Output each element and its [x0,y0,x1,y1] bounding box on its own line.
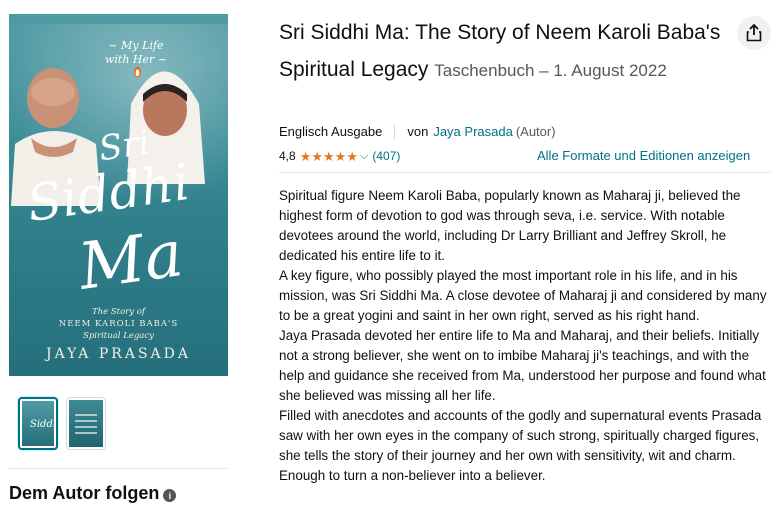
cover-story-line3: Spiritual Legacy [83,331,154,341]
follow-author-heading: Dem Autor folgen i [9,483,177,504]
cover-story-line1: The Story of [91,307,146,317]
all-formats-link[interactable]: Alle Formate und Editionen anzeigen [537,148,750,163]
by-label: von [407,124,429,139]
description-paragraph: Filled with anecdotes and accounts of th… [279,408,762,483]
chevron-down-icon[interactable]: ⌵ [360,150,368,163]
book-description: Spiritual figure Neem Karoli Baba, popul… [279,186,775,486]
share-button[interactable] [737,16,771,50]
byline-separator [394,124,396,139]
star-icon: ★ [334,148,347,164]
cover-author: JAYA PRASADA [46,346,191,362]
thumbnail-front-image: Siddhi [22,401,54,446]
description-paragraph: A key figure, who possibly played the mo… [279,268,767,323]
cover-subtitle: ~ My Life with Her ~ [104,39,167,66]
description-paragraph: Jaya Prasada devoted her entire life to … [279,328,766,403]
share-icon [746,24,762,42]
thumbnail-back-cover[interactable] [66,397,106,450]
rating-value: 4,8 [279,149,296,163]
section-divider [279,172,771,173]
thumbnail-back-image [69,400,103,447]
edition-label: Englisch Ausgabe [279,124,383,139]
product-format: Taschenbuch – 1. August 2022 [434,61,667,80]
star-icon: ★ [346,148,358,164]
thumbnail-front-cover[interactable]: Siddhi [18,397,58,450]
rating-summary: 4,8 ★ ★ ★ ★ ★ ⌵ (407) [279,149,400,163]
cover-story-text: The Story of NEEM KAROLI BABA'S Spiritua… [9,306,228,342]
byline: Englisch Ausgabe von Jaya Prasada (Autor… [279,124,556,139]
description-paragraph: Spiritual figure Neem Karoli Baba, popul… [279,188,741,263]
star-icon: ★ [323,148,335,164]
image-thumbnails: Siddhi [18,397,106,450]
left-divider [9,468,228,469]
author-role: (Autor) [515,124,556,139]
star-icon: ★ [299,148,312,164]
follow-author-label: Dem Autor folgen [9,483,160,503]
product-title-block: Sri Siddhi Ma: The Story of Neem Karoli … [279,14,739,89]
cover-story-line2: NEEM KAROLI BABA'S [58,319,179,329]
info-icon[interactable]: i [163,489,177,502]
penguin-logo [134,66,141,78]
cover-title-line3: Ma [74,217,188,305]
rating-count-link[interactable]: (407) [372,149,400,163]
rating-stars-icon[interactable]: ★ ★ ★ ★ ★ [300,150,358,163]
star-icon: ★ [311,148,323,164]
book-cover-image[interactable]: ~ My Life with Her ~ Sri Siddhi Ma The S… [9,14,228,376]
author-link[interactable]: Jaya Prasada [433,124,513,139]
